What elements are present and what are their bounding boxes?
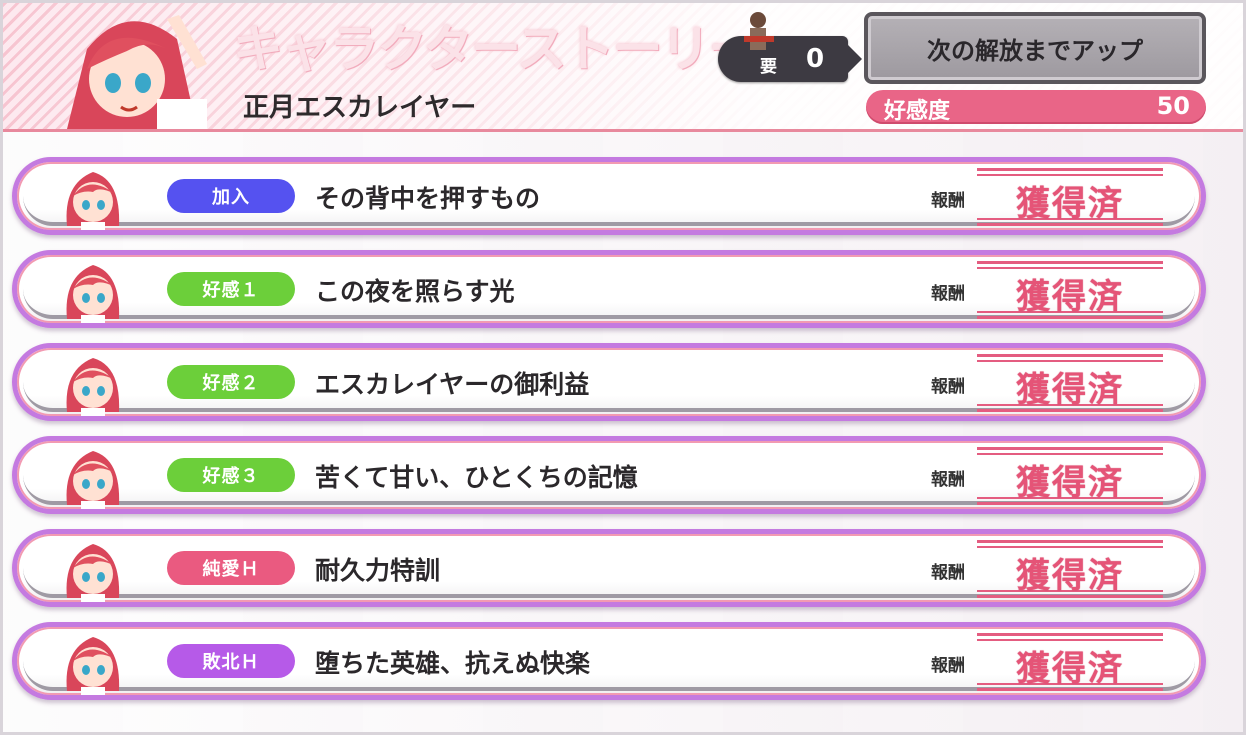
character-name: 正月エスカレイヤー <box>243 93 477 123</box>
story-title: 耐久力特訓 <box>315 556 441 585</box>
affection-label: 好感度 <box>884 99 951 124</box>
story-row[interactable]: 純愛Ｈ 耐久力特訓 報酬 獲得済 <box>12 529 1206 607</box>
reward-label: 報酬 <box>931 191 965 211</box>
story-tag: 加入 <box>167 179 295 213</box>
story-tag: 好感１ <box>167 272 295 306</box>
acquired-stamp: 獲得済 <box>977 540 1163 598</box>
affection-value: 50 <box>1156 92 1190 120</box>
character-chibi-icon <box>66 637 120 695</box>
character-chibi-icon <box>66 172 120 230</box>
status-text: 獲得済 <box>1016 556 1124 596</box>
story-row[interactable]: 好感３ 苦くて甘い、ひとくちの記憶 報酬 獲得済 <box>12 436 1206 514</box>
acquired-stamp: 獲得済 <box>977 168 1163 226</box>
status-text: 獲得済 <box>1016 277 1124 317</box>
character-chibi-icon <box>66 544 120 602</box>
story-title: 苦くて甘い、ひとくちの記憶 <box>315 463 638 492</box>
affection-bar: 好感度 50 <box>866 90 1206 124</box>
story-title: 堕ちた英雄、抗えぬ快楽 <box>315 649 591 678</box>
unlock-next-button[interactable]: 次の解放までアップ <box>864 12 1206 84</box>
reward-label: 報酬 <box>931 563 965 583</box>
reward-label: 報酬 <box>931 470 965 490</box>
story-tag: 好感３ <box>167 458 295 492</box>
reward-label: 報酬 <box>931 656 965 676</box>
story-title: その背中を押すもの <box>315 184 541 213</box>
story-row[interactable]: 好感２ エスカレイヤーの御利益 報酬 獲得済 <box>12 343 1206 421</box>
story-tag: 好感２ <box>167 365 295 399</box>
requirement-label: 要 <box>760 57 777 77</box>
story-title: この夜を照らす光 <box>315 277 515 306</box>
acquired-stamp: 獲得済 <box>977 633 1163 691</box>
story-tag: 敗北Ｈ <box>167 644 295 678</box>
character-portrait <box>67 15 207 129</box>
reward-label: 報酬 <box>931 377 965 397</box>
acquired-stamp: 獲得済 <box>977 447 1163 505</box>
story-row[interactable]: 好感１ この夜を照らす光 報酬 獲得済 <box>12 250 1206 328</box>
acquired-stamp: 獲得済 <box>977 354 1163 412</box>
status-text: 獲得済 <box>1016 370 1124 410</box>
requirement-value: 0 <box>806 44 825 74</box>
status-text: 獲得済 <box>1016 184 1124 224</box>
story-row[interactable]: 加入 その背中を押すもの 報酬 獲得済 <box>12 157 1206 235</box>
character-chibi-icon <box>66 358 120 416</box>
status-text: 獲得済 <box>1016 649 1124 689</box>
character-chibi-icon <box>66 265 120 323</box>
story-row[interactable]: 敗北Ｈ 堕ちた英雄、抗えぬ快楽 報酬 獲得済 <box>12 622 1206 700</box>
character-chibi-icon <box>66 451 120 509</box>
story-title: エスカレイヤーの御利益 <box>315 370 590 399</box>
status-text: 獲得済 <box>1016 463 1124 503</box>
story-tag: 純愛Ｈ <box>167 551 295 585</box>
acquired-stamp: 獲得済 <box>977 261 1163 319</box>
page-title: キャラクターストーリー <box>233 20 758 78</box>
reward-label: 報酬 <box>931 284 965 304</box>
